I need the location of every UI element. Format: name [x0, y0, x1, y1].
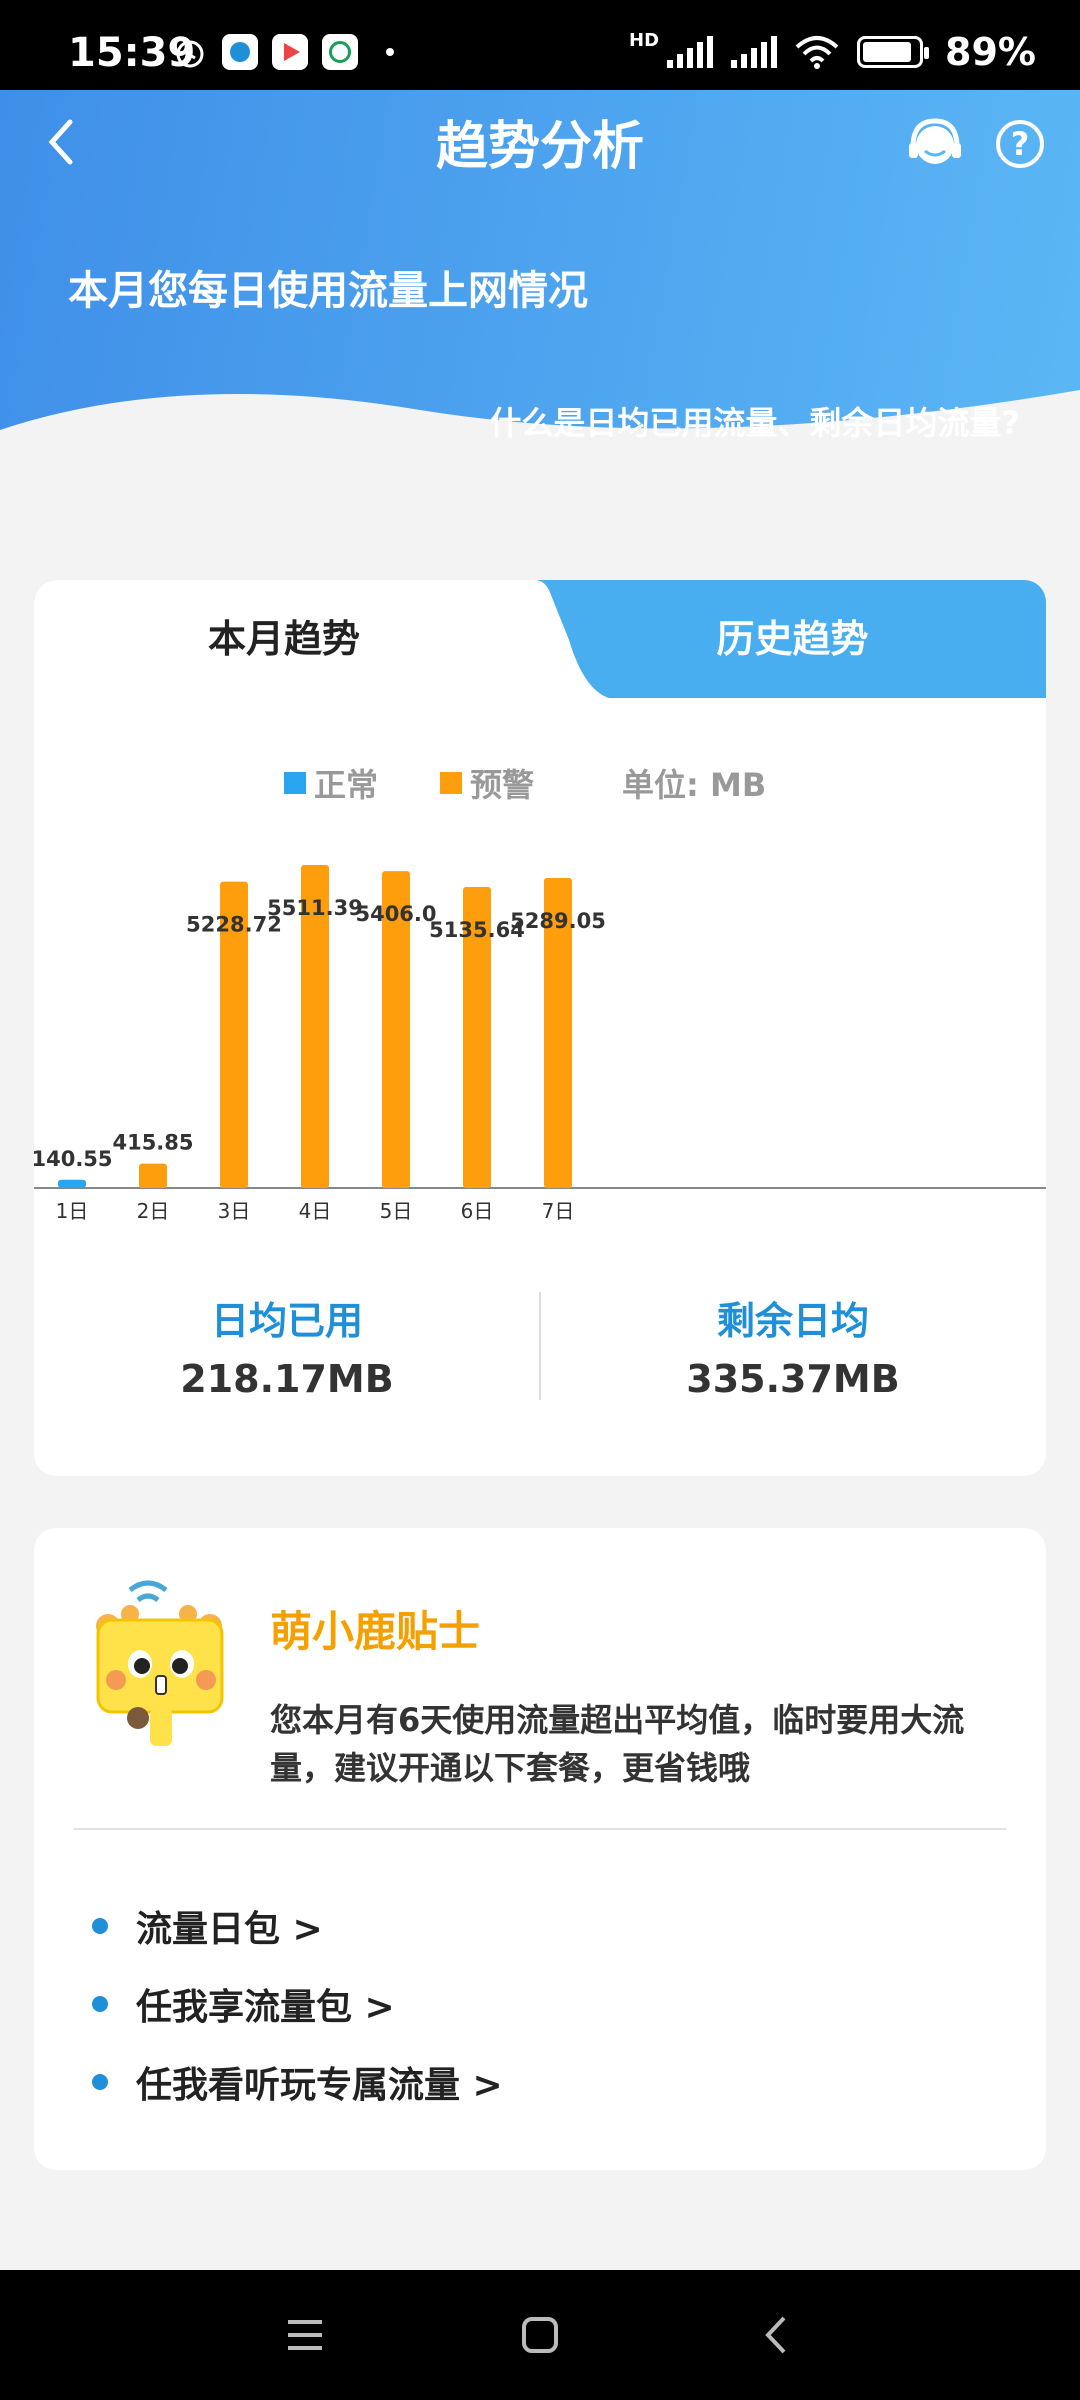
chart-tick-label-4: 4日 — [299, 1199, 332, 1223]
chart-tick-label-2: 2日 — [137, 1199, 170, 1223]
chart-tick-label-7: 7日 — [542, 1199, 575, 1223]
trend-card: 历史趋势 本月趋势 正常 预警 单位: MB 140.55 1日 415.85 2日 5… — [34, 580, 1046, 1476]
bullet-dot — [92, 1996, 108, 2012]
hd-label: HD — [629, 30, 660, 51]
deer-mascot-icon — [96, 1580, 224, 1746]
chart-bar-2[interactable] — [139, 1163, 167, 1188]
notification-icons — [172, 34, 394, 70]
video-app-icon — [272, 34, 308, 70]
chart-bar-5[interactable] — [382, 871, 410, 1188]
chart-bar-7[interactable] — [544, 878, 572, 1188]
avg-used-stat: 日均已用 218.17MB — [34, 1290, 540, 1401]
tab-month-label: 本月趋势 — [207, 617, 360, 661]
legend-normal-swatch — [284, 772, 306, 794]
system-nav-bar — [0, 2270, 1080, 2400]
chart-value-label-4: 5511.39 — [267, 896, 363, 920]
package-item-daily[interactable]: 流量日包 > — [92, 1900, 323, 1952]
wifi-icon — [795, 36, 839, 69]
header-banner: 趋势分析 ? 本月您每日使用流量上网情况 什么是日均已用流量、剩余日均流量? — [0, 90, 1080, 470]
home-icon[interactable] — [515, 2310, 565, 2360]
help-icon[interactable]: ? — [996, 120, 1044, 168]
mobile-app-icon — [222, 34, 258, 70]
tips-divider — [74, 1828, 1006, 1830]
chart-bar-3[interactable] — [220, 881, 248, 1188]
package-label: 流量日包 > — [136, 1909, 323, 1950]
chart-legend: 正常 预警 单位: MB — [284, 760, 766, 806]
signal-1-icon — [667, 36, 714, 68]
chart-tick-label-6: 6日 — [461, 1199, 494, 1223]
package-item-exclusive[interactable]: 任我看听玩专属流量 > — [92, 2056, 503, 2108]
info-link[interactable]: 什么是日均已用流量、剩余日均流量? — [489, 398, 1020, 444]
package-item-enjoy[interactable]: 任我享流量包 > — [92, 1978, 395, 2030]
chart-bar-6[interactable] — [463, 887, 491, 1188]
tips-text: 您本月有6天使用流量超出平均值，临时要用大流量，建议开通以下套餐，更省钱哦 — [270, 1701, 965, 1787]
chart-bar-1[interactable] — [58, 1179, 86, 1188]
remaining-avg-value: 335.37MB — [686, 1357, 900, 1401]
signal-2-icon — [731, 36, 778, 68]
chart-value-label-2: 415.85 — [112, 1131, 193, 1155]
remaining-avg-stat: 剩余日均 335.37MB — [540, 1290, 1046, 1401]
chart-tick-label-1: 1日 — [56, 1199, 89, 1223]
chart-tick-label-5: 5日 — [380, 1199, 413, 1223]
battery-icon — [857, 36, 930, 68]
chart-value-label-1: 140.55 — [34, 1147, 113, 1171]
menu-icon[interactable] — [280, 2310, 330, 2360]
customer-service-icon[interactable] — [905, 115, 965, 175]
chart-tick-label-3: 3日 — [218, 1199, 251, 1223]
remaining-avg-label: 剩余日均 — [716, 1299, 869, 1343]
legend-warning-swatch — [440, 772, 463, 794]
bullet-dot — [92, 1918, 108, 1934]
chart-value-label-7: 5289.05 — [510, 909, 606, 933]
more-dot-icon — [386, 48, 394, 56]
back-icon[interactable] — [752, 2310, 802, 2360]
chart-bar-4[interactable] — [301, 865, 329, 1188]
alarm-icon — [176, 40, 204, 68]
tips-card: 萌小鹿贴士 您本月有6天使用流量超出平均值，临时要用大流量，建议开通以下套餐，更… — [34, 1528, 1046, 2170]
battery-percent: 89% — [945, 30, 1036, 74]
chart-value-label-5: 5406.0 — [355, 902, 436, 926]
status-bar: 15:39 HD 89% — [0, 0, 1080, 90]
chart-value-label-6: 5135.64 — [429, 918, 525, 942]
header-subtitle: 本月您每日使用流量上网情况 — [68, 268, 588, 314]
avg-used-label: 日均已用 — [210, 1299, 363, 1343]
package-label: 任我享流量包 > — [136, 1987, 395, 2028]
avg-used-value: 218.17MB — [180, 1357, 394, 1401]
tab-month-trend[interactable]: 本月趋势 — [34, 580, 634, 698]
legend-unit: 单位: MB — [622, 766, 767, 804]
legend-warning-label: 预警 — [470, 766, 535, 804]
bullet-dot — [92, 2074, 108, 2090]
package-label: 任我看听玩专属流量 > — [136, 2065, 503, 2106]
legend-normal-label: 正常 — [314, 766, 379, 804]
tips-title: 萌小鹿贴士 — [270, 1607, 481, 1656]
power-app-icon — [322, 34, 358, 70]
chart-value-label-3: 5228.72 — [186, 913, 282, 937]
